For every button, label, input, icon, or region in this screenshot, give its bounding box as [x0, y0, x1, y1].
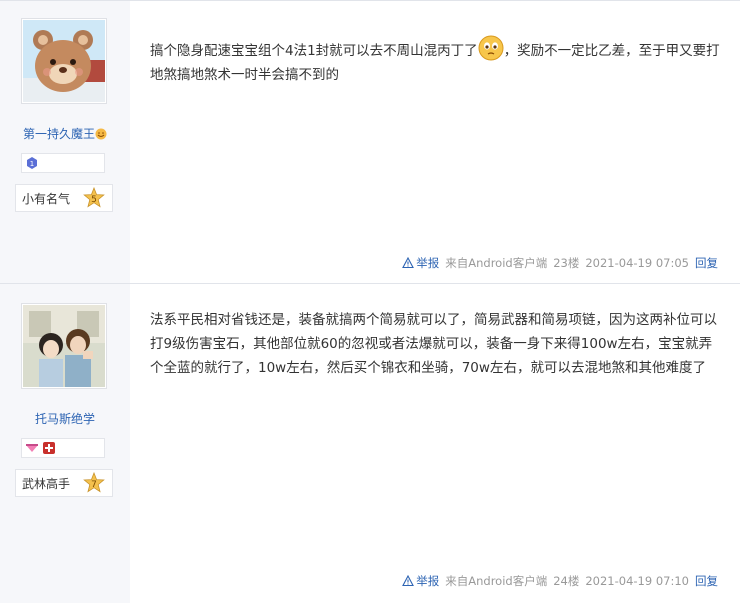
post-time: 2021-04-19 07:05 [585, 256, 689, 270]
post-tail: 举报 来自Android客户端 24楼 2021-04-19 07:10 回复 [402, 573, 718, 589]
post-content: 搞个隐身配速宝宝组个4法1封就可以去不周山混丙丁了 ，奖励不一定比乙差，至于甲又要… [150, 35, 722, 87]
smiley-emoji-icon [478, 35, 504, 61]
smiley-icon [95, 128, 107, 140]
post-24: 托马斯绝学 武林高手 7 法系平民相对省钱还是，装备就搞两个简易就可以了，简易武… [0, 284, 740, 603]
report-link[interactable]: 举报 [402, 255, 439, 271]
pink-badge-icon[interactable] [25, 441, 39, 455]
floor-number: 24楼 [553, 574, 580, 588]
level-star-icon: 5 [83, 187, 105, 208]
rank-label: 武林高手 [22, 476, 71, 491]
avatar[interactable] [21, 18, 107, 104]
content-text: 搞个隐身配速宝宝组个4法1封就可以去不周山混丙丁了 [150, 43, 478, 59]
reply-link[interactable]: 回复 [695, 573, 718, 589]
level-star-icon: 7 [83, 472, 105, 493]
badge-bar: 1 [21, 153, 105, 173]
anime-avatar-icon [23, 305, 105, 387]
username[interactable]: 第一持久魔王 [0, 125, 130, 142]
floor-number: 23楼 [553, 256, 580, 270]
report-link[interactable]: 举报 [402, 573, 439, 589]
source-label: 来自Android客户端 [445, 574, 548, 588]
username-link[interactable]: 托马斯绝学 [35, 412, 95, 426]
warning-icon [402, 257, 415, 269]
badge-icon[interactable]: 1 [25, 156, 39, 170]
post-23: 第一持久魔王 1 小有名气 5 搞个隐身配速宝宝组个4法1封就可以去不周山混丙丁… [0, 1, 740, 283]
avatar[interactable] [21, 303, 107, 389]
username[interactable]: 托马斯绝学 [0, 410, 130, 427]
cross-badge-icon[interactable] [42, 441, 56, 455]
post-time: 2021-04-19 07:10 [585, 574, 689, 588]
svg-text:5: 5 [91, 195, 97, 205]
report-label[interactable]: 举报 [416, 573, 439, 589]
post-tail: 举报 来自Android客户端 23楼 2021-04-19 07:05 回复 [402, 255, 718, 271]
post-content: 法系平民相对省钱还是，装备就搞两个简易就可以了，简易武器和简易项链，因为这两补位… [150, 312, 717, 376]
username-link[interactable]: 第一持久魔王 [23, 127, 95, 141]
svg-text:7: 7 [91, 480, 97, 490]
report-label[interactable]: 举报 [416, 255, 439, 271]
svg-text:1: 1 [30, 160, 34, 168]
bear-avatar-icon [23, 20, 105, 102]
source-label: 来自Android客户端 [445, 256, 548, 270]
warning-icon [402, 575, 415, 587]
reply-link[interactable]: 回复 [695, 255, 718, 271]
rank-box: 武林高手 7 [15, 469, 113, 497]
badge-bar [21, 438, 105, 458]
rank-box: 小有名气 5 [15, 184, 113, 212]
rank-label: 小有名气 [22, 191, 71, 206]
